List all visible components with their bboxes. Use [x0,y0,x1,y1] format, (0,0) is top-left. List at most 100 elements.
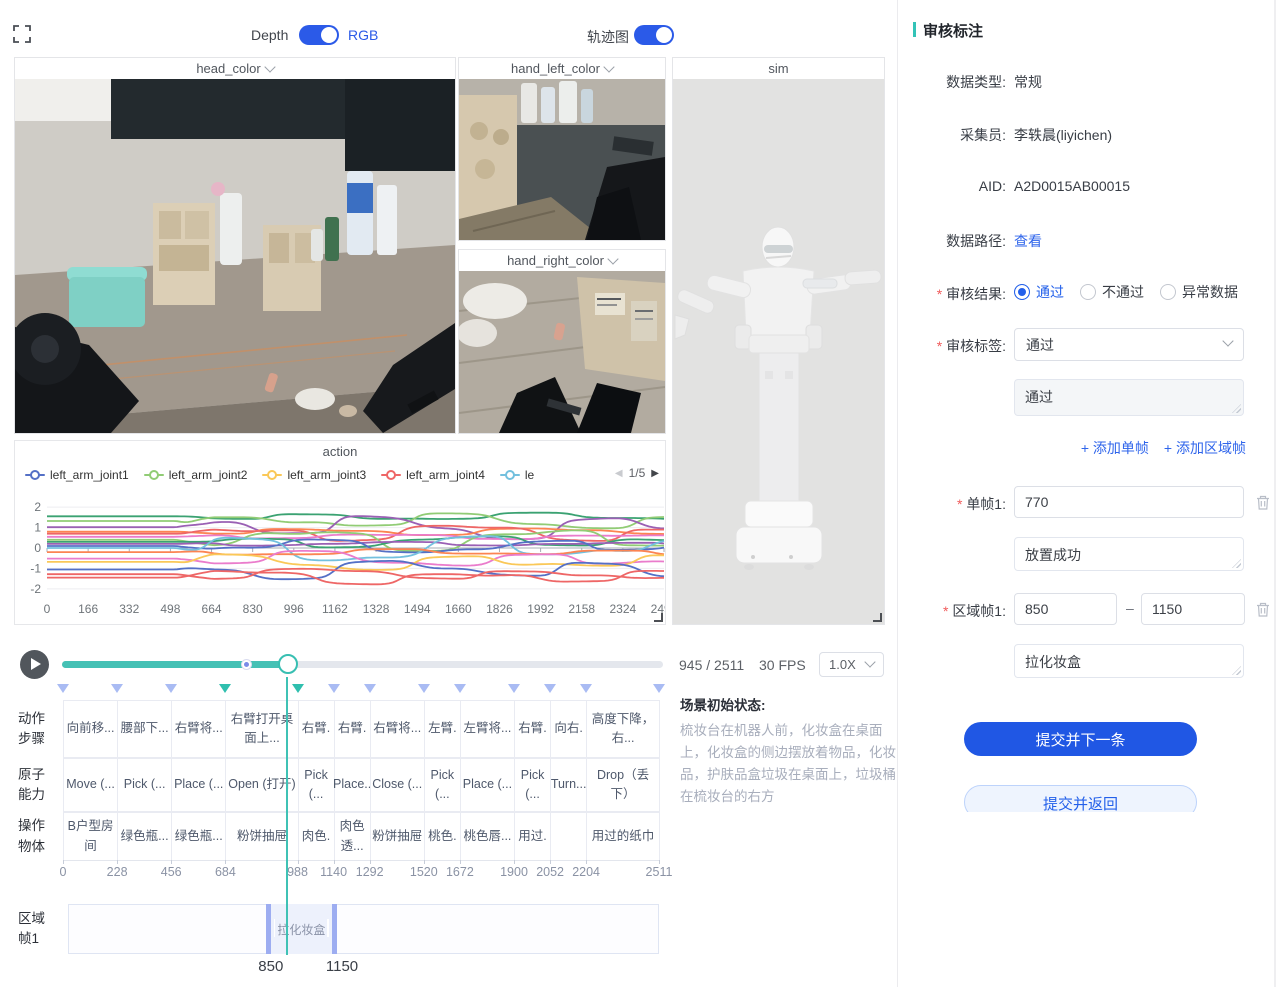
segment-cell[interactable]: 右臂将... [370,700,425,758]
segment-cell[interactable]: 桃色唇... [460,812,515,861]
drag-handle-right[interactable] [327,919,329,937]
segment-cell[interactable]: 肉色透... [334,812,371,861]
radio-on-icon [1014,284,1030,300]
segment-marker[interactable] [580,684,592,693]
segment-cell[interactable]: 桃色. [424,812,461,861]
segment-cell[interactable]: Turn... [550,758,587,812]
segment-cell[interactable]: 右臂. [334,700,371,758]
fullscreen-icon[interactable] [13,25,31,43]
segment-cell[interactable] [550,812,587,861]
resize-grip-icon[interactable] [1232,666,1241,675]
segment-cell[interactable]: 左臂将... [460,700,515,758]
segment-cell[interactable]: Pick (... [298,758,335,812]
resize-handle-icon[interactable] [873,613,882,622]
segment-marker[interactable] [111,684,123,693]
drag-handle-left[interactable] [274,919,276,937]
delete-single-frame-icon[interactable] [1255,494,1271,511]
segment-marker[interactable] [418,684,430,693]
segment-marker[interactable] [57,684,69,693]
trajectory-toggle[interactable] [634,25,674,45]
rgb-label: RGB [348,27,378,43]
resize-handle-icon[interactable] [654,613,663,622]
slider-handle[interactable] [278,654,298,674]
sim-3d-view[interactable] [673,79,884,624]
segment-cell[interactable]: Place.. [334,758,371,812]
legend-item-le[interactable]: le [500,468,534,482]
segment-marker-highlight[interactable] [292,684,304,693]
segment-cell[interactable]: Pick (... [514,758,551,812]
segment-marker-highlight[interactable] [219,684,231,693]
hand-right-camera-selector[interactable]: hand_right_color [459,250,665,271]
speed-select[interactable]: 1.0X [819,652,884,677]
resize-grip-icon[interactable] [1232,559,1241,568]
segment-cell[interactable]: Place (... [460,758,515,812]
head-camera-selector[interactable]: head_color [15,58,455,79]
legend-prev-icon[interactable]: ◀ [615,468,623,479]
region-end-input[interactable] [1141,593,1245,625]
add-single-frame-link[interactable]: + 添加单帧 [1081,438,1149,458]
segment-cell[interactable]: 右臂. [514,700,551,758]
segment-cell[interactable]: 右臂将... [171,700,226,758]
segment-cell[interactable]: 左臂. [424,700,461,758]
hand-left-camera-selector[interactable]: hand_left_color [459,58,665,79]
legend-item-left_arm_joint4[interactable]: left_arm_joint4 [381,468,485,482]
segment-cell[interactable]: Move (... [63,758,118,812]
submit-next-button[interactable]: 提交并下一条 [964,722,1197,756]
svg-text:0: 0 [34,541,41,555]
region-frame-desc[interactable]: 拉化妆盒 [1014,644,1244,678]
radio-pass[interactable]: 通过 [1014,282,1064,302]
legend-next-icon[interactable]: ▶ [651,468,659,479]
review-tag-note[interactable]: 通过 [1014,379,1244,416]
segment-marker[interactable] [653,684,665,693]
legend-item-left_arm_joint3[interactable]: left_arm_joint3 [262,468,366,482]
region-frame-track[interactable]: 拉化妆盒 [68,904,659,954]
segment-cell[interactable]: 右臂. [298,700,335,758]
segment-cell[interactable]: 肉色. [298,812,335,861]
segment-cell[interactable]: Place (... [171,758,226,812]
play-button[interactable] [20,650,49,679]
segment-cell[interactable]: 高度下降，右... [586,700,660,758]
review-result-radio-group: 通过 不通过 异常数据 [1014,282,1238,302]
timeline-axis [63,860,660,861]
segment-cell[interactable]: B户型房间 [63,812,118,861]
segment-marker[interactable] [544,684,556,693]
resize-grip-icon[interactable] [1232,404,1241,413]
segment-marker[interactable] [165,684,177,693]
segment-marker[interactable] [508,684,520,693]
frame-counter: 945 / 2511 [679,657,744,673]
region-start-input[interactable] [1014,593,1117,625]
playhead-line[interactable] [286,677,288,955]
segment-cell[interactable]: 用过. [514,812,551,861]
region-frame-label: 区域帧1: [898,601,1006,621]
segment-cell[interactable]: Drop（丢下） [586,758,660,812]
add-region-frame-link[interactable]: + 添加区域帧 [1164,438,1246,458]
segment-cell[interactable]: 腰部下... [117,700,172,758]
segment-cell[interactable]: 绿色瓶... [117,812,172,861]
segment-marker[interactable] [454,684,466,693]
segment-marker[interactable] [328,684,340,693]
segment-cell[interactable]: Pick (... [117,758,172,812]
submit-back-button[interactable]: 提交并返回 [964,785,1197,812]
segment-cell[interactable]: 用过的纸巾 [586,812,660,861]
segment-cell[interactable]: 向右. [550,700,587,758]
segment-marker[interactable] [364,684,376,693]
segment-cell[interactable]: Close (... [370,758,425,812]
region-frame-block[interactable]: 拉化妆盒 [266,904,337,954]
legend-item-left_arm_joint2[interactable]: left_arm_joint2 [144,468,248,482]
region-block-label: 拉化妆盒 [277,921,325,938]
segment-cell[interactable]: 向前移... [63,700,118,758]
radio-abnormal[interactable]: 异常数据 [1160,282,1238,302]
segment-cell[interactable]: 粉饼抽屉 [370,812,425,861]
single-frame-desc[interactable]: 放置成功 [1014,537,1244,571]
radio-fail[interactable]: 不通过 [1080,282,1144,302]
segment-cell[interactable]: Pick (... [424,758,461,812]
legend-item-left_arm_joint1[interactable]: left_arm_joint1 [25,468,129,482]
segment-cell[interactable]: 绿色瓶... [171,812,226,861]
review-tag-select[interactable]: 通过 [1014,328,1244,361]
radio-off-icon [1160,284,1176,300]
depth-rgb-toggle[interactable] [299,25,339,45]
scrollbar-track[interactable] [1274,0,1276,987]
delete-region-frame-icon[interactable] [1255,601,1271,618]
single-frame-input[interactable] [1014,486,1244,518]
view-link[interactable]: 查看 [1014,231,1042,251]
